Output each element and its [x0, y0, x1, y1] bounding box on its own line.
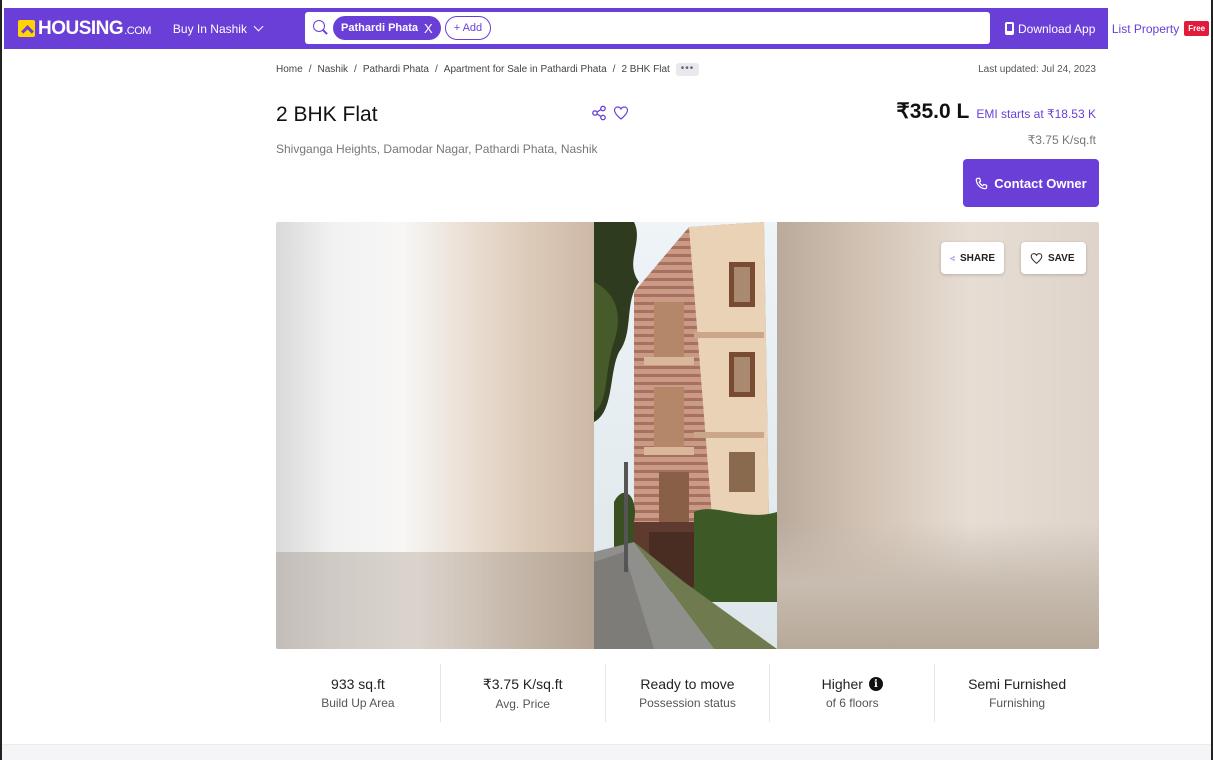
logo-text: HOUSING [38, 17, 124, 39]
price-block: ₹35.0 L EMI starts at ₹18.53 K [896, 99, 1096, 124]
stat-label: Possession status [639, 696, 736, 710]
breadcrumb-item[interactable]: Apartment for Sale in Pathardi Phata [444, 64, 607, 75]
heart-icon [1030, 252, 1043, 264]
page-title: 2 BHK Flat [276, 103, 378, 126]
page-frame: HOUSING .COM Buy In Nashik Pathardi Phat… [0, 0, 1213, 760]
stat-possession: Ready to move Possession status [606, 664, 771, 722]
breadcrumb-more-button[interactable]: ••• [675, 63, 700, 76]
stat-value-row: Higher i [822, 676, 883, 692]
phone-icon [1005, 22, 1014, 35]
price: ₹35.0 L [896, 100, 970, 123]
free-badge: Free [1184, 21, 1210, 36]
stat-value: Semi Furnished [968, 676, 1067, 692]
contact-owner-button[interactable]: Contact Owner [963, 159, 1099, 207]
stat-label: Avg. Price [495, 696, 550, 711]
price-per-sqft: ₹3.75 K/sq.ft [1027, 133, 1096, 147]
navbar: HOUSING .COM Buy In Nashik Pathardi Phat… [4, 8, 1211, 49]
stat-value: Ready to move [640, 676, 735, 692]
gallery-save-label: SAVE [1048, 252, 1075, 264]
list-property-button[interactable]: List Property Free [1108, 8, 1211, 49]
gallery-blur-right [777, 222, 1099, 649]
heart-icon[interactable] [613, 105, 629, 121]
property-photo[interactable] [594, 222, 777, 649]
last-updated: Last updated: Jul 24, 2023 [978, 64, 1096, 75]
search-chip[interactable]: Pathardi Phata X [333, 16, 441, 40]
stat-value: ₹3.75 K/sq.ft [482, 675, 563, 692]
stat-floor: Higher i of 6 floors [770, 664, 936, 722]
breadcrumb-item[interactable]: Nashik [317, 64, 348, 75]
contact-owner-label: Contact Owner [994, 175, 1087, 191]
breadcrumb-item[interactable]: Pathardi Phata [363, 64, 429, 75]
chevron-down-icon [253, 21, 264, 32]
download-app-label: Download App [1018, 21, 1096, 36]
property-address: Shivganga Heights, Damodar Nagar, Pathar… [276, 142, 598, 156]
info-icon[interactable]: i [868, 677, 883, 691]
add-locality-button[interactable]: + Add [444, 16, 492, 40]
close-icon[interactable]: X [424, 21, 433, 36]
city-menu-label: Buy In Nashik [172, 21, 247, 36]
breadcrumb-item: 2 BHK Flat [621, 64, 670, 75]
logo-suffix: .COM [124, 25, 151, 37]
header: HOUSING .COM Buy In Nashik Pathardi Phat… [2, 0, 1211, 57]
section-divider [2, 744, 1211, 760]
title-actions [591, 105, 629, 121]
gallery-share-label: SHARE [959, 252, 995, 264]
list-property-label: List Property [1111, 21, 1180, 36]
stat-label: Build Up Area [321, 696, 395, 710]
stat-avg-price: ₹3.75 K/sq.ft Avg. Price [441, 664, 606, 722]
gallery-share-button[interactable]: SHARE [941, 242, 1004, 274]
call-icon [975, 177, 988, 189]
share-icon [950, 255, 955, 261]
photo-gallery[interactable]: SHARE SAVE [276, 222, 1099, 649]
breadcrumb: Home / Nashik / Pathardi Phata / Apartment … [276, 63, 700, 76]
share-icon[interactable] [591, 105, 607, 121]
download-app-button[interactable]: Download App [1005, 8, 1095, 49]
city-menu[interactable]: Buy In Nashik [172, 21, 264, 36]
housing-logo[interactable]: HOUSING .COM [18, 18, 151, 40]
stat-value: 933 sq.ft [331, 676, 385, 692]
stat-furnishing: Semi Furnished Furnishing [935, 664, 1099, 722]
gallery-blur-left [276, 222, 594, 649]
search-bar[interactable]: Pathardi Phata X + Add [305, 12, 990, 44]
stat-build-up-area: 933 sq.ft Build Up Area [276, 664, 441, 722]
logo-icon [18, 20, 35, 37]
stat-label: Furnishing [989, 696, 1046, 710]
stat-label: of 6 floors [825, 696, 879, 710]
property-stats: 933 sq.ft Build Up Area ₹3.75 K/sq.ft Av… [276, 664, 1099, 722]
gallery-save-button[interactable]: SAVE [1021, 242, 1086, 274]
stat-value: Higher [821, 676, 863, 692]
breadcrumb-item[interactable]: Home [276, 64, 303, 75]
emi-link[interactable]: EMI starts at ₹18.53 K [976, 107, 1096, 121]
search-chip-label: Pathardi Phata [341, 22, 419, 34]
search-icon [313, 20, 329, 36]
